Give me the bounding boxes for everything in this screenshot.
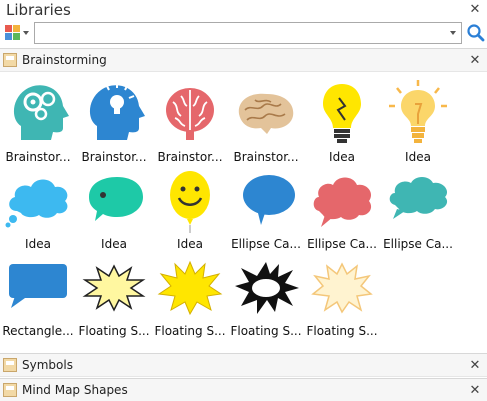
shape-label: Brainstor... <box>81 150 147 164</box>
section-label: Brainstorming <box>22 53 107 67</box>
close-section-button[interactable]: ✕ <box>468 54 482 68</box>
panel-title: Libraries <box>6 1 71 19</box>
shape-item[interactable]: Idea <box>304 78 380 164</box>
shape-item[interactable]: Idea <box>380 78 456 164</box>
library-section-icon <box>3 383 17 397</box>
shape-label: Brainstor... <box>5 150 71 164</box>
shape-label: Ellipse Ca... <box>231 237 301 251</box>
speech-bubble-teal-icon <box>79 165 149 235</box>
close-panel-button[interactable]: ✕ <box>468 3 482 17</box>
starburst-yellow-outline-icon <box>79 252 149 322</box>
shape-item[interactable]: Ellipse Ca... <box>380 165 456 251</box>
close-section-button[interactable]: ✕ <box>468 384 482 398</box>
library-menu-button[interactable] <box>3 24 31 42</box>
shape-item[interactable]: Brainstor... <box>228 78 304 164</box>
search-dropdown-chevron-icon[interactable] <box>450 31 456 35</box>
lightbulb-yellow-icon <box>307 78 377 148</box>
shape-item[interactable]: Brainstor... <box>152 78 228 164</box>
shape-item[interactable]: Brainstor... <box>76 78 152 164</box>
library-section-icon <box>3 53 17 67</box>
shape-label: Floating S... <box>78 324 150 338</box>
library-grid-icon <box>5 25 20 40</box>
shape-label: Brainstor... <box>157 150 223 164</box>
ellipse-callout-teal-icon <box>383 165 453 235</box>
shape-item[interactable]: Idea <box>152 165 228 251</box>
shape-item[interactable]: Floating S... <box>76 252 152 338</box>
brain-tan-icon <box>231 78 301 148</box>
search-input[interactable] <box>38 24 443 42</box>
shape-label: Brainstor... <box>233 150 299 164</box>
head-gears-icon <box>3 78 73 148</box>
cloud-blue-icon <box>3 165 73 235</box>
search-icon <box>467 24 485 42</box>
shape-item[interactable]: Floating S... <box>152 252 228 338</box>
shape-label: Floating S... <box>154 324 226 338</box>
search-button[interactable] <box>466 23 486 43</box>
shape-label: Idea <box>177 237 203 251</box>
shape-label: Floating S... <box>306 324 378 338</box>
ellipse-callout-blue-icon <box>231 165 301 235</box>
head-lightbulb-icon <box>79 78 149 148</box>
shape-label: Rectangle... <box>2 324 74 338</box>
shape-label: Idea <box>25 237 51 251</box>
shape-label: Idea <box>101 237 127 251</box>
ellipse-callout-red-icon <box>307 165 377 235</box>
smiley-balloon-icon <box>155 165 225 235</box>
brain-red-icon <box>155 78 225 148</box>
shape-item[interactable]: Ellipse Ca... <box>228 165 304 251</box>
search-combobox[interactable] <box>34 22 462 44</box>
section-label: Mind Map Shapes <box>22 383 128 397</box>
shape-label: Idea <box>329 150 355 164</box>
toolbar <box>0 20 487 46</box>
lightbulb-glow-icon <box>383 78 453 148</box>
shape-label: Ellipse Ca... <box>307 237 377 251</box>
shape-label: Floating S... <box>230 324 302 338</box>
section-header-symbols[interactable]: Symbols ✕ <box>0 353 487 377</box>
close-section-button[interactable]: ✕ <box>468 359 482 373</box>
shape-item[interactable]: Idea <box>0 165 76 251</box>
starburst-light-icon <box>307 252 377 322</box>
rectangle-callout-icon <box>3 252 73 322</box>
shape-item[interactable]: Ellipse Ca... <box>304 165 380 251</box>
starburst-yellow-icon <box>155 252 225 322</box>
section-label: Symbols <box>22 358 73 372</box>
shape-item[interactable]: Rectangle... <box>0 252 76 338</box>
shape-label: Idea <box>405 150 431 164</box>
shape-item[interactable]: Floating S... <box>228 252 304 338</box>
shape-item[interactable]: Brainstor... <box>0 78 76 164</box>
library-section-icon <box>3 358 17 372</box>
shape-item[interactable]: Idea <box>76 165 152 251</box>
shape-item[interactable]: Floating S... <box>304 252 380 338</box>
shape-label: Ellipse Ca... <box>383 237 453 251</box>
section-header-mind-map-shapes[interactable]: Mind Map Shapes ✕ <box>0 378 487 401</box>
section-header-brainstorming[interactable]: Brainstorming ✕ <box>0 48 487 72</box>
chevron-down-icon <box>23 31 29 35</box>
starburst-black-icon <box>231 252 301 322</box>
